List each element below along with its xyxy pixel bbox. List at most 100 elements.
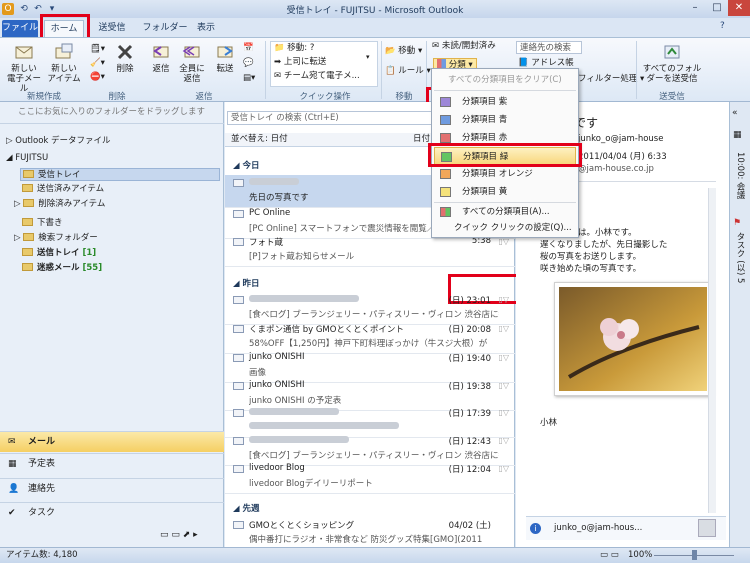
photo-frame[interactable] — [554, 282, 712, 396]
send-receive-all-button[interactable]: すべてのフォルダーを送受信 — [640, 42, 704, 84]
favorites-area[interactable]: ここにお気に入りのフォルダーをドラッグします — [0, 102, 224, 124]
group-yesterday[interactable]: ◢ 昨日 — [233, 277, 260, 289]
menu-quick-click[interactable]: クイック クリックの設定(Q)... — [434, 219, 576, 237]
tab-send-receive[interactable]: 送受信 — [92, 20, 132, 37]
item-count: アイテム数: 4,180 — [6, 550, 78, 560]
flag-icon[interactable]: ▯▽ — [498, 436, 509, 445]
data-file-node[interactable]: ▷ Outlook データファイル — [6, 135, 111, 148]
flag-icon[interactable]: ▯▽ — [498, 324, 509, 333]
todo-bar[interactable]: « ▦ 10:00: 会議 ⚑ タスク (以) 5 — [729, 102, 750, 547]
nav-contacts-button[interactable]: 👤 連絡先 — [0, 478, 224, 499]
delete-x-icon — [115, 42, 135, 62]
folder-deleted[interactable]: ▷ 削除済みアイテム — [14, 198, 105, 211]
menu-clear-all[interactable]: すべての分類項目をクリア(C) — [434, 71, 576, 89]
flag-icon[interactable]: ▯▽ — [498, 353, 509, 362]
folder-icon — [22, 218, 33, 226]
close-icon[interactable]: ✕ — [728, 0, 750, 16]
envelope-icon — [233, 437, 244, 445]
mail-row[interactable]: フォト蔵 5:38 ▯▽ [P]フォト蔵お知らせメール — [225, 234, 515, 267]
avatar — [698, 519, 716, 537]
new-mail-icon — [14, 42, 34, 62]
menu-category-blue[interactable]: 分類項目 青 — [434, 111, 576, 129]
nav-tasks-button[interactable]: ✔ タスク — [0, 502, 224, 523]
red-swatch-icon — [440, 133, 451, 143]
rules-button[interactable]: 📋 ルール ▾ — [385, 66, 431, 77]
meeting-icon[interactable]: 📅 — [243, 43, 254, 54]
folder-inbox[interactable]: 受信トレイ — [20, 168, 220, 181]
quick-step-move[interactable]: 📁 移動: ? — [274, 43, 314, 54]
status-bar: アイテム数: 4,180 ▭ ▭ 100% — [0, 547, 750, 563]
folder-outbox[interactable]: 送信トレイ [1] — [22, 247, 96, 260]
junk-icon[interactable]: ⛔▾ — [90, 72, 105, 83]
unread-button[interactable]: ✉ 未読/開封済み — [432, 41, 496, 52]
flag-icon[interactable]: ▯▽ — [498, 295, 509, 304]
cleanup-icon[interactable]: 🧹▾ — [90, 58, 105, 69]
move-button[interactable]: 📂 移動 ▾ — [385, 46, 422, 57]
menu-category-orange[interactable]: 分類項目 オレンジ — [434, 165, 576, 183]
reply-button[interactable]: 返信 — [146, 42, 176, 74]
contacts-icon: 👤 — [8, 484, 20, 494]
delete-button[interactable]: 削除 — [110, 42, 140, 74]
flag-icon: ⚑ — [733, 218, 742, 228]
minimize-icon[interactable]: – — [684, 0, 706, 16]
find-contact-box[interactable]: 連絡先の検索 — [516, 41, 582, 54]
menu-category-yellow[interactable]: 分類項目 黄 — [434, 183, 576, 201]
reply-icon — [151, 42, 171, 62]
maximize-icon[interactable]: □ — [706, 0, 728, 16]
account-node[interactable]: ◢ FUJITSU — [6, 152, 48, 165]
view-icons[interactable]: ▭ ▭ — [600, 548, 619, 563]
new-items-icon — [54, 42, 74, 62]
mail-icon: ✉ — [8, 437, 16, 447]
ignore-icon[interactable]: 🗒▾ — [90, 44, 105, 55]
quick-step-manager[interactable]: ➡ 上司に転送 — [274, 57, 326, 68]
reply-all-icon — [182, 42, 202, 62]
filter-email-button[interactable]: フィルター処理 ▾ — [578, 74, 644, 85]
mail-row[interactable]: livedoor Blog (日) 12:04 ▯▽ livedoor Blog… — [225, 461, 515, 494]
expand-icon[interactable]: « — [732, 108, 738, 118]
zoom-thumb[interactable] — [692, 550, 697, 560]
tab-folder[interactable]: フォルダー — [140, 20, 190, 37]
flag-icon[interactable]: ▯▽ — [498, 408, 509, 417]
quick-step-team[interactable]: ✉ チーム宛て電子メ... — [274, 71, 360, 82]
im-icon[interactable]: 💬 — [243, 58, 254, 69]
categorize-icon — [437, 59, 446, 68]
orange-swatch-icon — [440, 169, 451, 179]
folder-search[interactable]: ▷ 検索フォルダー — [14, 232, 98, 245]
flag-icon[interactable]: ▯▽ — [498, 237, 509, 246]
nav-calendar-button[interactable]: ▦ 予定表 — [0, 453, 224, 474]
folder-drafts[interactable]: 下書き — [22, 217, 63, 230]
send-receive-all-icon — [662, 42, 682, 62]
blue-swatch-icon — [440, 115, 451, 125]
all-categories-icon — [440, 207, 451, 217]
gallery-more-icon[interactable]: ▾ — [366, 52, 370, 63]
nav-mail-button[interactable]: ✉ メール — [0, 431, 224, 452]
new-items-button[interactable]: 新しい アイテム — [44, 42, 84, 84]
zoom-level[interactable]: 100% — [628, 548, 652, 563]
forward-icon — [215, 42, 235, 62]
yellow-swatch-icon — [440, 187, 451, 197]
folder-sent[interactable]: 送信済みアイテム — [22, 183, 104, 196]
forward-button[interactable]: 転送 — [210, 42, 240, 74]
group-today[interactable]: ◢ 今日 — [233, 159, 260, 171]
reader-scrollbar[interactable] — [708, 188, 716, 513]
title-bar: O ⟲ ↶ ▾ 受信トレイ - FUJITSU - Microsoft Outl… — [0, 0, 750, 18]
group-last-week[interactable]: ◢ 先週 — [233, 502, 260, 514]
new-email-button[interactable]: 新しい 電子メール — [4, 42, 44, 94]
folder-junk[interactable]: 迷惑メール [55] — [22, 262, 102, 275]
flag-icon[interactable]: ▯▽ — [498, 381, 509, 390]
cherry-blossom-photo — [559, 287, 707, 391]
envelope-icon — [233, 521, 244, 529]
mail-row[interactable]: GMOとくとくショッピング 04/02 (土) 偶中番打にラジオ・非常食など 防… — [225, 517, 515, 545]
people-pane[interactable]: i junko_o@jam-hous... — [526, 516, 726, 540]
menu-category-purple[interactable]: 分類項目 紫 — [434, 93, 576, 111]
search-folder-icon — [23, 233, 35, 241]
more-respond-icon[interactable]: ▤▾ — [243, 73, 255, 84]
tab-view[interactable]: 表示 — [194, 20, 218, 37]
nav-shortcut-icons[interactable]: ▭ ▭ ⬈ ▸ — [160, 530, 198, 540]
tab-file[interactable]: ファイル — [2, 20, 38, 37]
flag-icon[interactable]: ▯▽ — [498, 464, 509, 473]
envelope-icon — [233, 238, 244, 246]
help-icon[interactable]: ? — [720, 21, 725, 31]
reply-all-button[interactable]: 全員に 返信 — [176, 42, 208, 84]
folder-icon — [23, 199, 35, 207]
